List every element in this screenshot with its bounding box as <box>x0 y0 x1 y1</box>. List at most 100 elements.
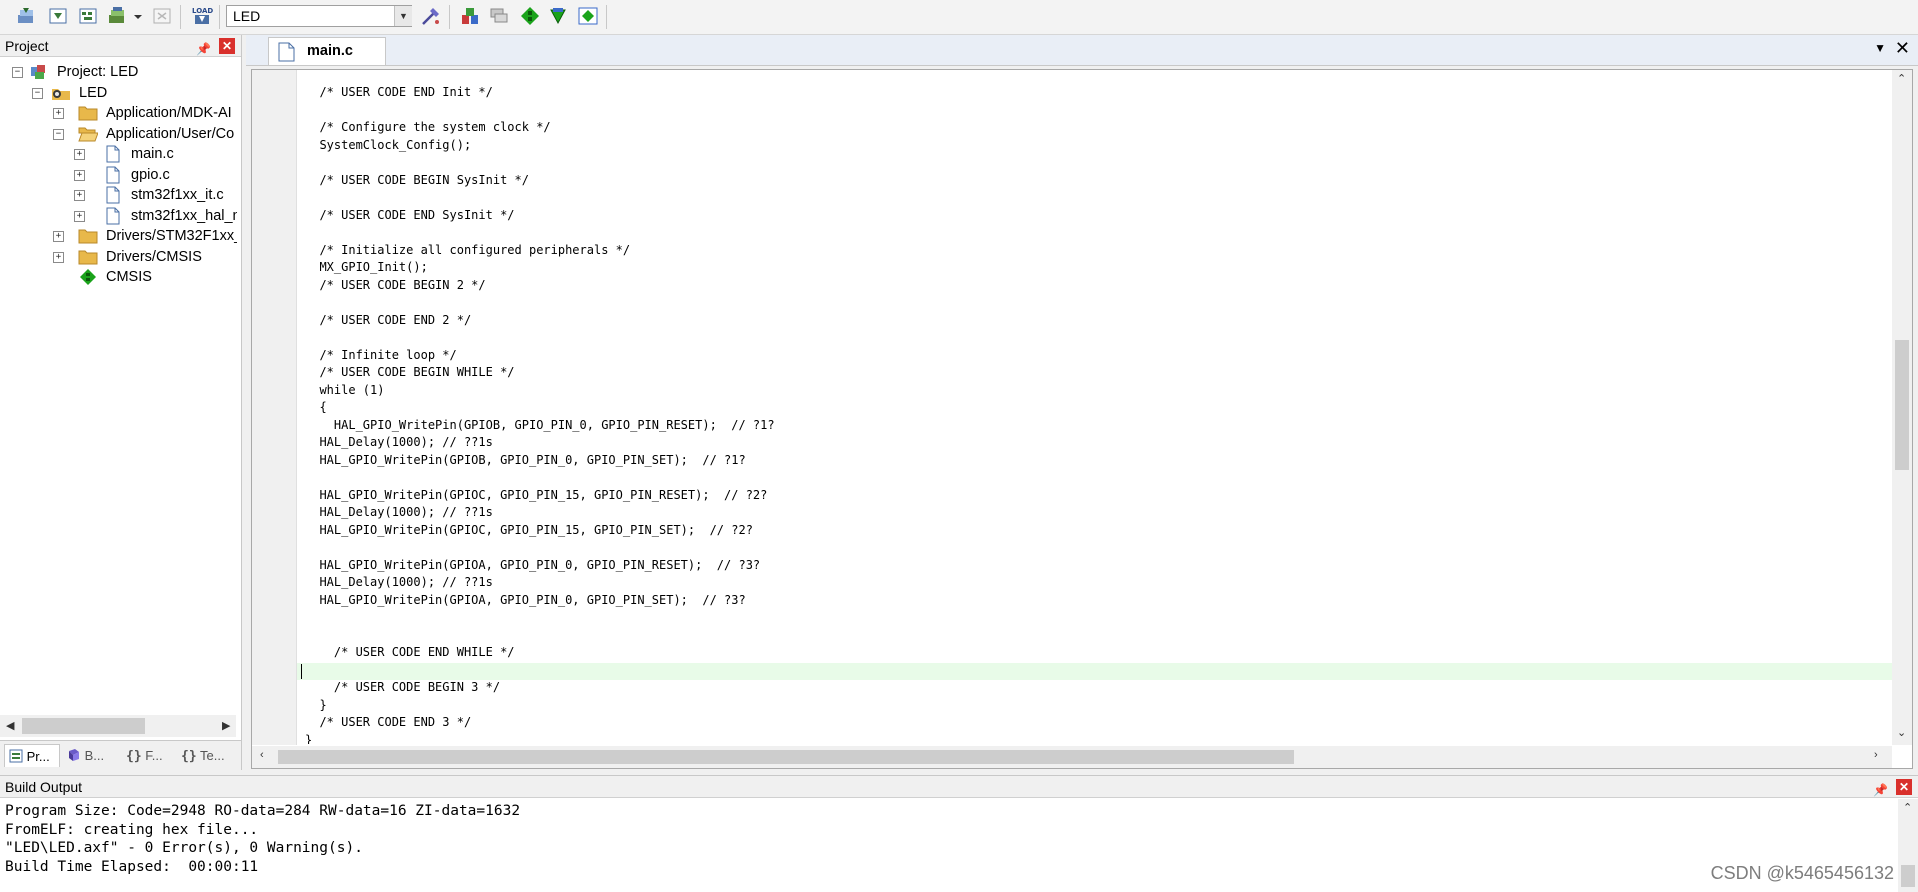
run-time-env-icon[interactable] <box>576 4 600 28</box>
pack-installer-icon[interactable] <box>518 4 542 28</box>
close-icon[interactable]: ✕ <box>219 38 235 54</box>
tree-item[interactable]: − Project: LED <box>0 61 237 83</box>
collapse-icon[interactable]: − <box>53 128 64 140</box>
expand-icon[interactable]: + <box>74 190 85 201</box>
code-line[interactable]: /* USER CODE BEGIN SysInit */ <box>305 172 1885 190</box>
expand-icon[interactable]: + <box>74 149 85 160</box>
code-line[interactable] <box>305 329 1885 347</box>
code-line[interactable]: /* USER CODE BEGIN WHILE */ <box>305 364 1885 382</box>
code-line[interactable]: /* USER CODE END WHILE */ <box>305 644 1885 662</box>
panel-tab[interactable]: {} Te... <box>177 744 235 767</box>
scroll-up-icon[interactable]: ⌃ <box>1897 72 1906 85</box>
tab-main-c[interactable]: main.c <box>268 37 386 65</box>
code-line[interactable]: HAL_Delay(1000); // ??1s <box>305 434 1885 452</box>
build-output-text[interactable]: Program Size: Code=2948 RO-data=284 RW-d… <box>5 802 1885 876</box>
code-line[interactable] <box>305 294 1885 312</box>
panel-tab[interactable]: Pr... <box>4 744 60 767</box>
code-line[interactable]: /* USER CODE END 2 */ <box>305 312 1885 330</box>
tree-item[interactable]: + stm32f1xx_hal_n <box>0 205 237 227</box>
code-line[interactable] <box>305 154 1885 172</box>
code-line[interactable]: /* Infinite loop */ <box>305 347 1885 365</box>
tree-item[interactable]: + main.c <box>0 143 237 165</box>
code-line[interactable]: { <box>305 399 1885 417</box>
tree-item[interactable]: + Drivers/CMSIS <box>0 246 237 268</box>
collapse-icon[interactable]: − <box>32 87 43 99</box>
code-line[interactable] <box>305 609 1885 627</box>
tree-item[interactable]: − LED <box>0 82 237 104</box>
expand-icon[interactable]: + <box>53 231 64 242</box>
panel-tab[interactable]: B... <box>63 744 118 767</box>
chevron-down-icon[interactable] <box>131 4 145 28</box>
pin-icon[interactable]: 📌 <box>1873 779 1888 801</box>
tree-item[interactable]: CMSIS <box>0 266 237 288</box>
expand-icon[interactable]: + <box>74 169 85 181</box>
tree-item[interactable]: + gpio.c <box>0 164 237 186</box>
code-line[interactable]: HAL_GPIO_WritePin(GPIOC, GPIO_PIN_15, GP… <box>305 522 1885 540</box>
target-select-chevron-icon[interactable]: ▼ <box>394 6 412 26</box>
scroll-left-icon[interactable]: ◀ <box>6 719 14 732</box>
scroll-down-icon[interactable]: ⌄ <box>1897 726 1906 739</box>
scroll-up-icon[interactable]: ⌃ <box>1903 801 1912 814</box>
select-packs-icon[interactable] <box>488 4 512 28</box>
manage-project-items-icon[interactable] <box>458 4 482 28</box>
tree-item[interactable]: + stm32f1xx_it.c <box>0 184 237 206</box>
code-line[interactable]: /* USER CODE END Init */ <box>305 84 1885 102</box>
collapse-icon[interactable]: − <box>12 67 23 78</box>
code-line[interactable]: SystemClock_Config(); <box>305 137 1885 155</box>
expand-icon[interactable]: + <box>53 108 64 119</box>
manage-rte-icon[interactable] <box>546 4 570 28</box>
stop-build-icon[interactable] <box>150 4 174 28</box>
code-line[interactable] <box>305 224 1885 242</box>
code-line[interactable]: } <box>305 732 1885 745</box>
tab-list-chevron-icon[interactable]: ▼ <box>1874 41 1886 55</box>
close-icon[interactable]: ✕ <box>1896 779 1912 795</box>
code-line[interactable]: /* USER CODE BEGIN 2 */ <box>305 277 1885 295</box>
code-line[interactable]: HAL_GPIO_WritePin(GPIOA, GPIO_PIN_0, GPI… <box>305 592 1885 610</box>
code-line[interactable] <box>305 627 1885 645</box>
code-line[interactable]: /* Initialize all configured peripherals… <box>305 242 1885 260</box>
code-line[interactable]: HAL_GPIO_WritePin(GPIOA, GPIO_PIN_0, GPI… <box>305 557 1885 575</box>
code-editor[interactable]: /* USER CODE END Init */ /* Configure th… <box>251 69 1913 769</box>
scroll-right-icon[interactable]: ▶ <box>222 719 230 732</box>
build-icon[interactable] <box>46 4 70 28</box>
tree-item[interactable]: + Application/MDK-AI <box>0 102 237 124</box>
scroll-thumb[interactable] <box>1901 865 1915 887</box>
batch-build-icon[interactable] <box>106 4 130 28</box>
tree-item[interactable]: + Drivers/STM32F1xx_ <box>0 225 237 247</box>
code-line[interactable]: HAL_Delay(1000); // ??1s <box>305 574 1885 592</box>
line-gutter[interactable] <box>252 70 297 745</box>
target-options-icon[interactable] <box>419 4 443 28</box>
scroll-thumb[interactable] <box>1895 340 1909 470</box>
scroll-thumb[interactable] <box>278 750 1294 764</box>
pin-icon[interactable]: 📌 <box>196 38 211 60</box>
code-line[interactable] <box>305 469 1885 487</box>
expand-icon[interactable]: + <box>74 210 85 222</box>
code-line[interactable] <box>305 539 1885 557</box>
code-content[interactable]: /* USER CODE END Init */ /* Configure th… <box>305 84 1885 744</box>
code-line[interactable] <box>305 662 1885 680</box>
expand-icon[interactable]: + <box>53 251 64 263</box>
code-line[interactable]: HAL_GPIO_WritePin(GPIOB, GPIO_PIN_0, GPI… <box>305 417 1885 435</box>
code-line[interactable] <box>305 189 1885 207</box>
code-line[interactable]: while (1) <box>305 382 1885 400</box>
close-tab-icon[interactable]: ✕ <box>1895 38 1910 58</box>
tree-item[interactable]: − Application/User/Co <box>0 123 237 145</box>
rebuild-icon[interactable] <box>76 4 100 28</box>
code-line[interactable] <box>305 102 1885 120</box>
code-line[interactable]: } <box>305 697 1885 715</box>
translate-icon[interactable] <box>14 4 38 28</box>
code-line[interactable]: /* Configure the system clock */ <box>305 119 1885 137</box>
build-vertical-scrollbar[interactable]: ⌃ <box>1898 799 1918 892</box>
code-line[interactable]: /* USER CODE END SysInit */ <box>305 207 1885 225</box>
code-line[interactable]: HAL_Delay(1000); // ??1s <box>305 504 1885 522</box>
download-icon[interactable]: LOAD <box>190 4 214 28</box>
project-horizontal-scrollbar[interactable]: ◀ ▶ <box>0 715 236 737</box>
code-horizontal-scrollbar[interactable]: ‹ › <box>252 746 1892 768</box>
code-line[interactable]: MX_GPIO_Init(); <box>305 259 1885 277</box>
target-select[interactable]: LED <box>226 5 412 27</box>
scroll-thumb[interactable] <box>22 718 145 734</box>
code-vertical-scrollbar[interactable]: ⌃ ⌄ <box>1892 70 1912 745</box>
panel-tab[interactable]: {} F... <box>122 744 174 767</box>
scroll-left-icon[interactable]: ‹ <box>260 749 264 761</box>
code-line[interactable]: /* USER CODE END 3 */ <box>305 714 1885 732</box>
